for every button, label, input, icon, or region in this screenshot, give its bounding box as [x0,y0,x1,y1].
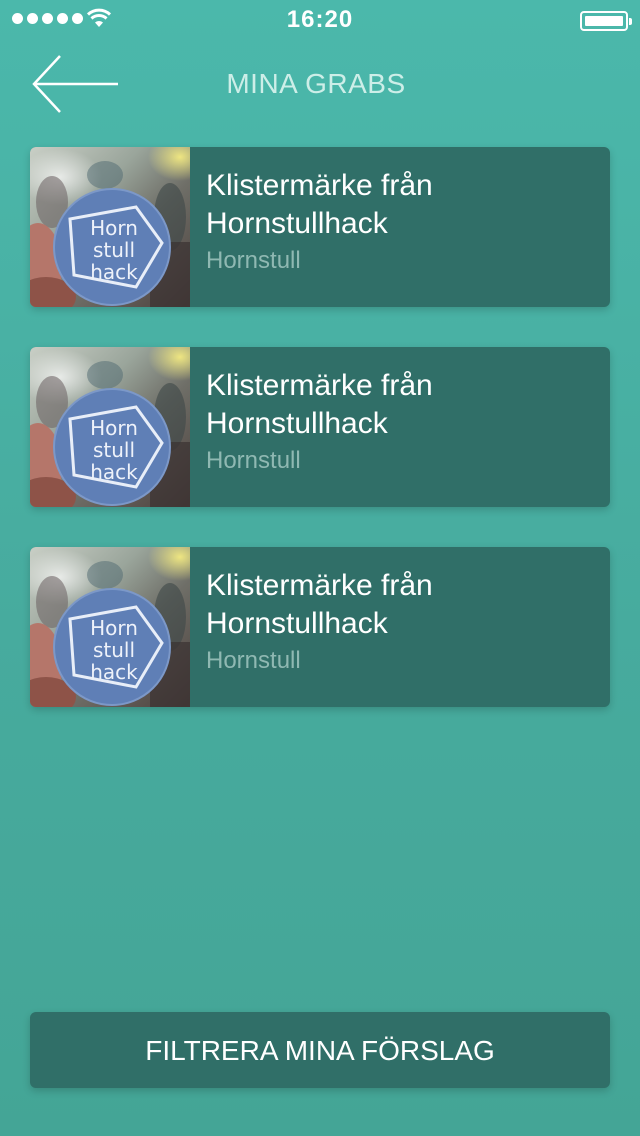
page-title: MINA GRABS [226,68,406,99]
sticker-line-1: Horn [90,416,138,440]
grab-location: Hornstull [206,647,301,674]
sticker-photo: Horn stull hack [30,547,190,707]
sticker-line-3: hack [90,260,138,284]
status-bar: 16:20 [0,0,640,40]
grab-location: Hornstull [206,447,301,474]
sticker-line-1: Horn [90,216,138,240]
grab-card[interactable]: Horn stull hack Klistermärke från Hornst… [30,547,610,707]
sticker-line-2: stull [93,438,135,462]
sticker-line-1: Horn [90,616,138,640]
battery-icon [580,11,632,31]
grab-card[interactable]: Horn stull hack Klistermärke från Hornst… [30,347,610,507]
grab-location: Hornstull [206,247,301,274]
grab-card[interactable]: Horn stull hack Klistermärke från Hornst… [30,147,610,307]
sticker-photo: Horn stull hack [30,147,190,307]
sticker-line-3: hack [90,660,138,684]
sticker-line-2: stull [93,238,135,262]
sticker-photo: Horn stull hack [30,347,190,507]
grab-title: Klistermärke från Hornstullhack [206,169,433,240]
grab-list: Horn stull hack Klistermärke från Hornst… [30,147,610,747]
sticker-line-2: stull [93,638,135,662]
grab-title: Klistermärke från Hornstullhack [206,569,433,640]
grab-title: Klistermärke från Hornstullhack [206,369,433,440]
sticker-line-3: hack [90,460,138,484]
status-time: 16:20 [286,6,354,33]
filter-suggestions-button[interactable]: FILTRERA MINA FÖRSLAG [30,1012,610,1088]
